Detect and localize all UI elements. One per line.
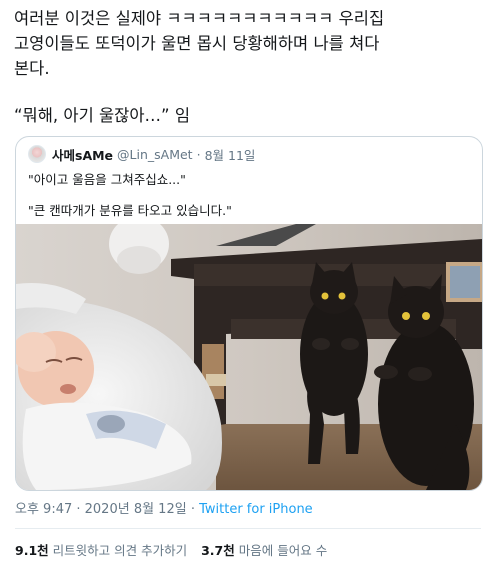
quoted-tweet[interactable]: 사메sAMe @Lin_sAMet · 8월 11일 "아이고 울음을 그쳐주십… bbox=[15, 136, 483, 491]
baby-and-cats-photo[interactable] bbox=[16, 224, 482, 490]
like-count[interactable]: 3.7천 bbox=[201, 540, 235, 559]
retweet-label[interactable]: 리트윗하고 의견 추가하기 bbox=[53, 540, 187, 559]
retweet-count[interactable]: 9.1천 bbox=[15, 540, 49, 559]
quoted-author-handle[interactable]: @Lin_sAMet bbox=[117, 147, 193, 162]
source-app-link[interactable]: Twitter for iPhone bbox=[199, 502, 313, 517]
tweet-text-line: “뭐해, 아기 울잖아…” 임 bbox=[14, 106, 191, 125]
divider bbox=[15, 528, 481, 529]
quoted-author-name[interactable]: 사메sAMe bbox=[52, 145, 113, 164]
tweet-text-line: 여러분 이것은 실제야 ㅋㅋㅋㅋㅋㅋㅋㅋㅋㅋㅋ 우리집 bbox=[14, 9, 385, 28]
quoted-text-line: "큰 캔따개가 분유를 타오고 있습니다." bbox=[28, 203, 232, 218]
tweet-timestamp[interactable]: 오후 9:47 · 2020년 8월 12일 · Twitter for iPh… bbox=[15, 498, 313, 517]
tweet-stats: 9.1천 리트윗하고 의견 추가하기 3.7천 마음에 들어요 수 bbox=[15, 540, 327, 559]
quoted-date[interactable]: 8월 11일 bbox=[205, 145, 256, 164]
quoted-text-line: "아이고 울음을 그쳐주십쇼..." bbox=[28, 172, 186, 187]
meta-separator: · bbox=[196, 146, 201, 162]
like-label[interactable]: 마음에 들어요 수 bbox=[239, 540, 327, 559]
tweet-text-line: 본다. bbox=[14, 59, 50, 78]
quoted-tweet-header: 사메sAMe @Lin_sAMet · 8월 11일 bbox=[28, 145, 255, 163]
tweet-text-line: 고영이들도 또덕이가 울면 몹시 당황해하며 나를 쳐다 bbox=[14, 34, 380, 53]
tweet-text: 여러분 이것은 실제야 ㅋㅋㅋㅋㅋㅋㅋㅋㅋㅋㅋ 우리집 고영이들도 또덕이가 울… bbox=[14, 6, 480, 128]
avatar[interactable] bbox=[28, 145, 46, 163]
timestamp-text[interactable]: 오후 9:47 · 2020년 8월 12일 · bbox=[15, 502, 199, 517]
